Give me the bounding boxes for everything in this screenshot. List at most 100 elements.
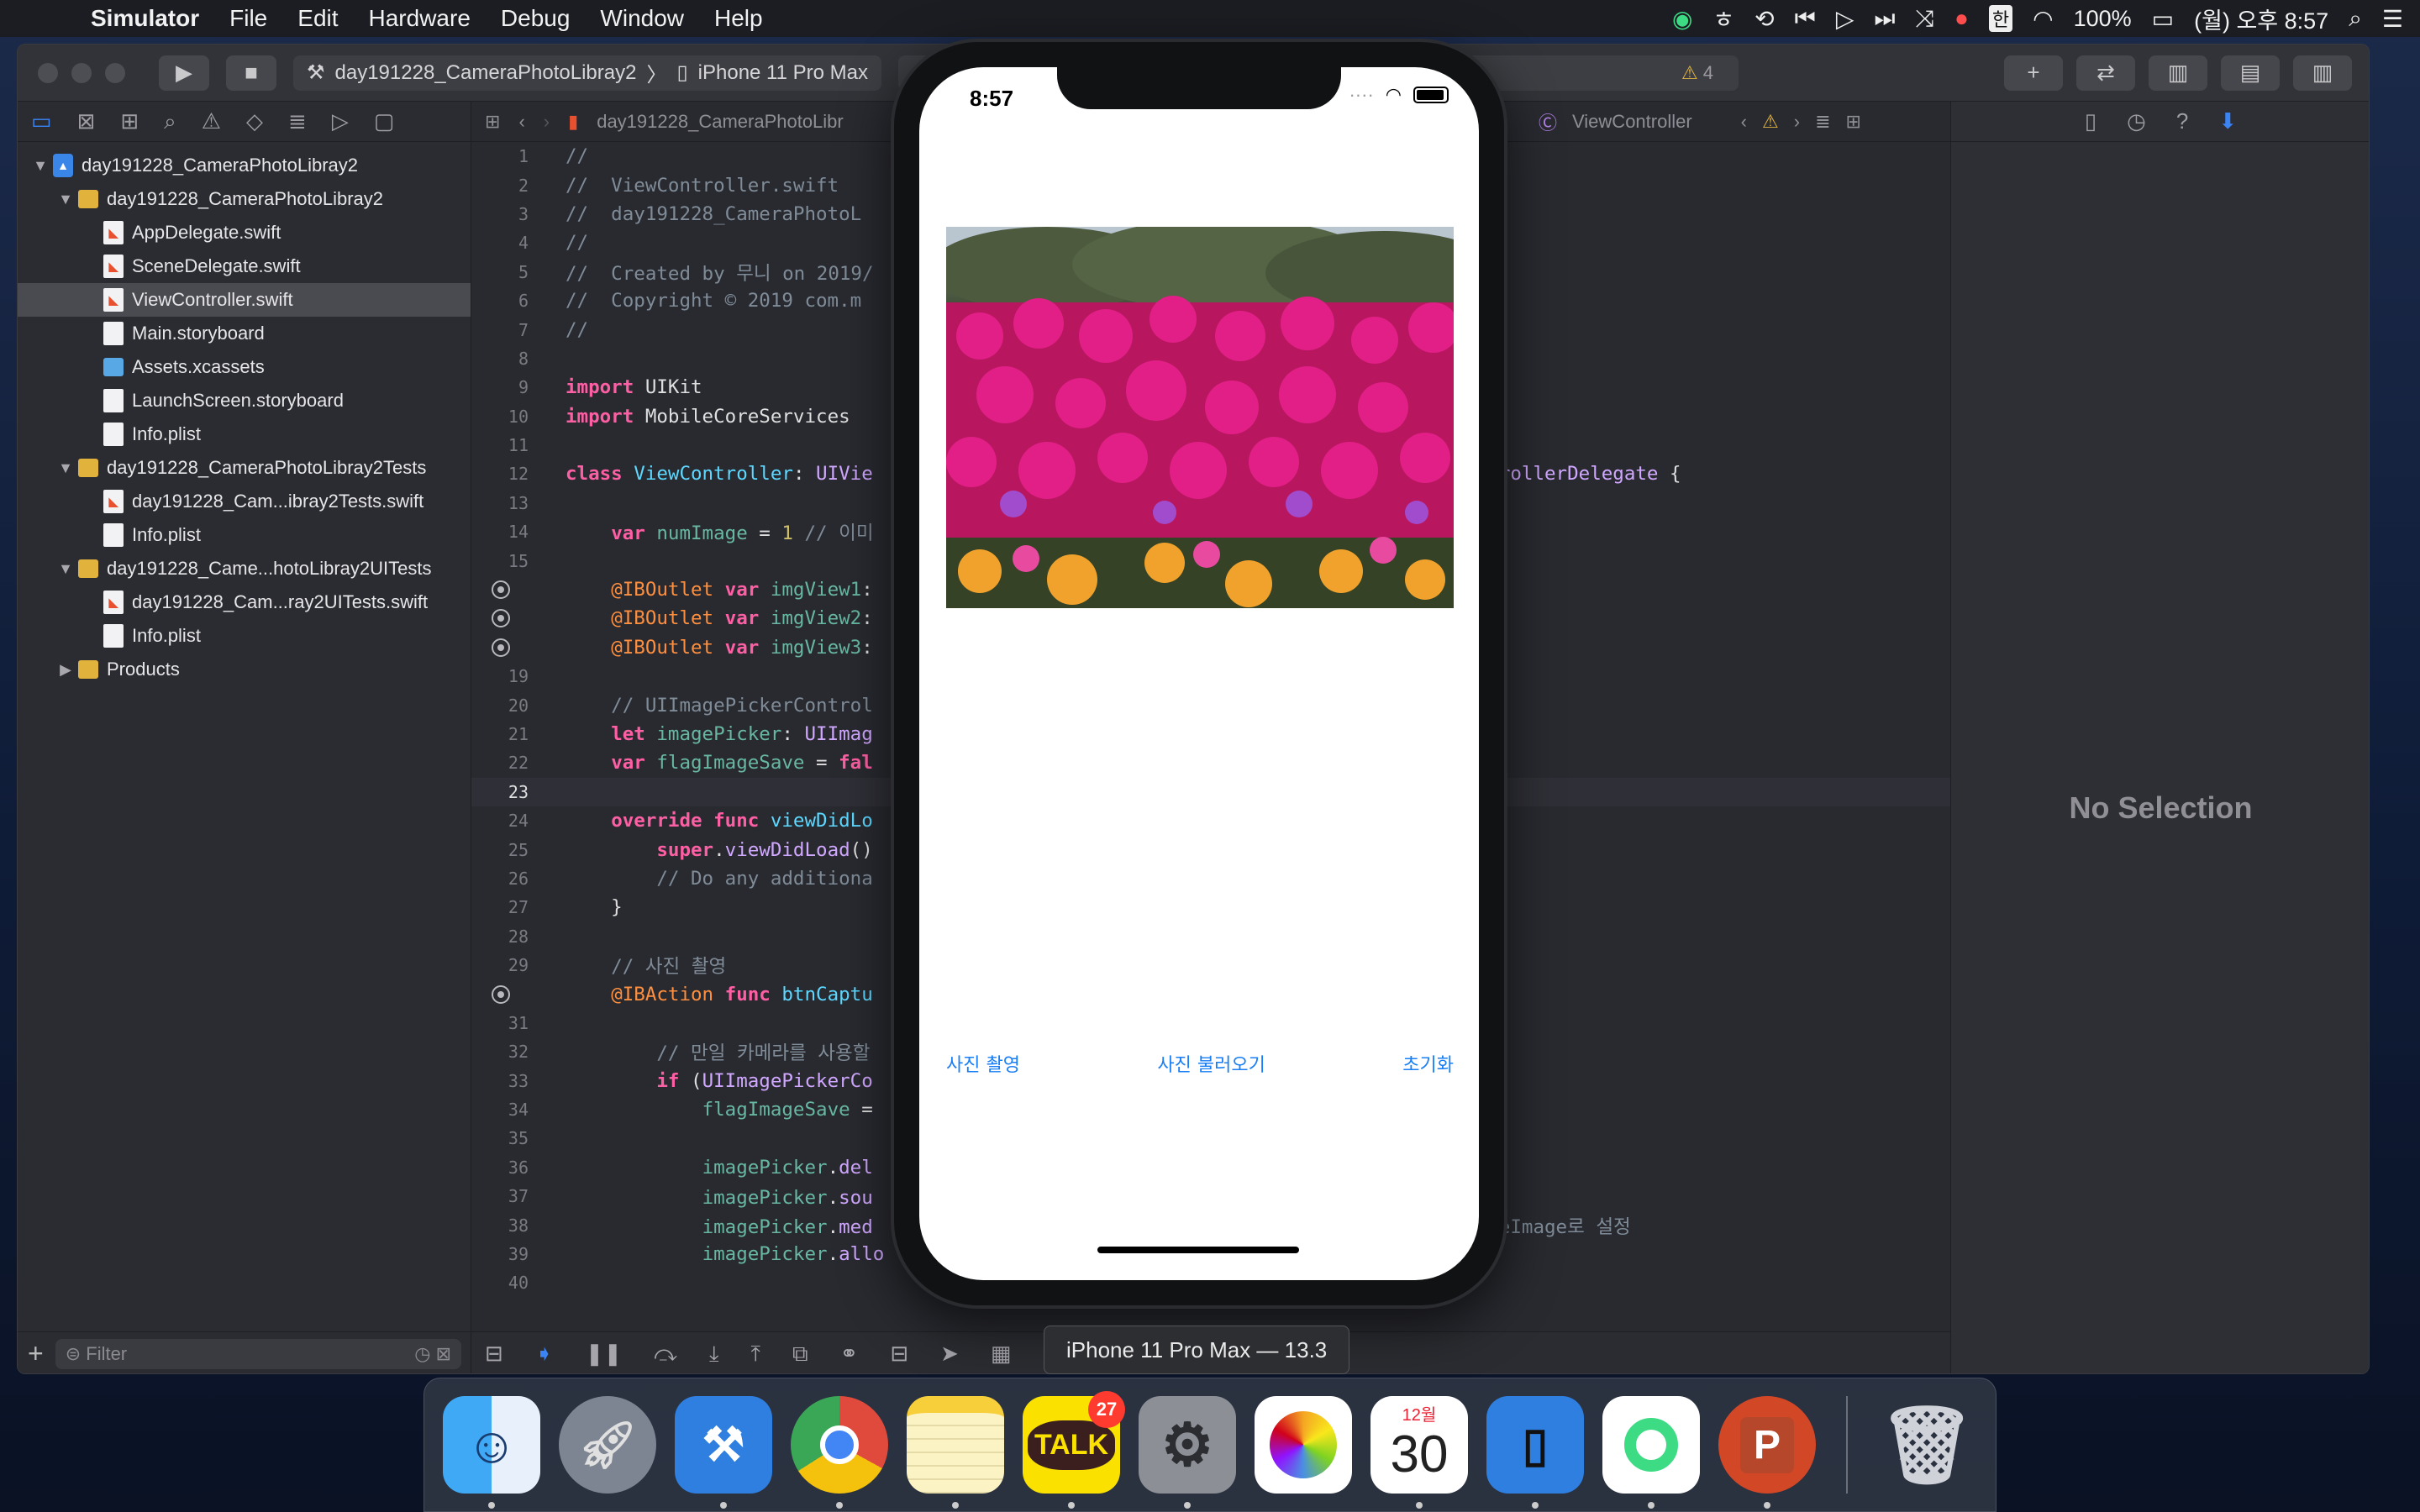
step-into-icon[interactable]: ⤓ <box>709 1341 719 1368</box>
report-navigator-icon[interactable]: ▢ <box>374 108 395 134</box>
file-tree-row[interactable]: ◣ AppDelegate.swift <box>18 216 471 249</box>
line-number[interactable]: 24 <box>471 811 540 831</box>
process-icon[interactable]: ▦ <box>991 1341 1012 1367</box>
file-tree-row[interactable]: Info.plist <box>18 518 471 552</box>
close-window-button[interactable] <box>38 62 58 83</box>
line-number[interactable]: 1 <box>471 146 540 166</box>
line-number[interactable]: 25 <box>471 840 540 860</box>
file-inspector-icon[interactable]: ▯ <box>2085 108 2096 134</box>
add-editor-icon[interactable]: ⊞ <box>1846 111 1861 133</box>
dock-calendar[interactable]: 12월 30 <box>1370 1396 1468 1509</box>
dock-finder[interactable]: ☺ <box>443 1396 540 1509</box>
line-number[interactable]: 27 <box>471 897 540 917</box>
step-over-icon[interactable]: ⤼ <box>654 1341 677 1368</box>
line-number[interactable]: 36 <box>471 1158 540 1178</box>
file-tree-row[interactable]: ▼ day191228_Came...hotoLibray2UITests <box>18 552 471 585</box>
forward-button[interactable]: › <box>544 111 550 133</box>
load-photo-button[interactable]: 사진 불러오기 <box>1157 1050 1265 1077</box>
memory-graph-icon[interactable]: ⚭ <box>840 1341 859 1367</box>
add-file-button[interactable]: + <box>28 1338 44 1369</box>
test-navigator-icon[interactable]: ◇ <box>246 108 263 134</box>
pause-icon[interactable]: ❚❚ <box>586 1341 623 1367</box>
dock-simulator[interactable]: ▯ <box>1486 1396 1584 1509</box>
capture-photo-button[interactable]: 사진 촬영 <box>946 1050 1020 1077</box>
toggle-inspector-button[interactable]: ▥ <box>2293 55 2352 91</box>
line-number[interactable]: 13 <box>471 493 540 513</box>
toggle-debug-area-button[interactable]: ▤ <box>2221 55 2280 91</box>
menu-help[interactable]: Help <box>714 5 763 32</box>
editor-options-icon[interactable]: ≣ <box>1815 111 1830 133</box>
menu-debug[interactable]: Debug <box>501 5 571 32</box>
line-number[interactable]: 34 <box>471 1100 540 1120</box>
previous-track-icon[interactable]: ⏮ <box>1795 5 1816 33</box>
input-source-indicator[interactable]: 한 <box>1988 5 2013 32</box>
dock-trash[interactable]: 🗑︎ <box>1878 1396 1975 1494</box>
simulate-location-icon[interactable]: ➤ <box>940 1341 959 1367</box>
line-number[interactable]: 33 <box>471 1071 540 1091</box>
recent-files-icon[interactable]: ◷ <box>414 1343 430 1364</box>
line-number[interactable]: 14 <box>471 522 540 542</box>
file-tree-row[interactable]: ▶ Products <box>18 653 471 686</box>
environment-overrides-icon[interactable]: ⊟ <box>890 1341 908 1367</box>
dock-photos[interactable] <box>1255 1396 1352 1494</box>
line-number[interactable]: 6 <box>471 291 540 311</box>
outlet-connection-icon[interactable] <box>492 609 510 628</box>
line-number[interactable]: 22 <box>471 753 540 773</box>
line-number[interactable]: 40 <box>471 1273 540 1293</box>
line-number[interactable]: 39 <box>471 1244 540 1264</box>
repeat-icon[interactable]: ⟲ <box>1754 5 1774 33</box>
reset-button[interactable]: 초기화 <box>1402 1050 1454 1077</box>
breakpoint-navigator-icon[interactable]: ▷ <box>332 108 349 134</box>
battery-icon[interactable]: ▭ <box>2152 5 2174 33</box>
dock-whatsapp[interactable] <box>1602 1396 1700 1509</box>
next-track-icon[interactable]: ⏭ <box>1874 5 1895 33</box>
file-tree-row[interactable]: Info.plist <box>18 417 471 451</box>
line-number[interactable]: 26 <box>471 869 540 889</box>
line-number[interactable]: 5 <box>471 262 540 282</box>
line-number[interactable]: 2 <box>471 176 540 196</box>
view-hierarchy-icon[interactable]: ⧉ <box>792 1341 808 1368</box>
hangul-status-icon[interactable]: ㅎ <box>1712 2 1734 35</box>
line-number[interactable]: 31 <box>471 1013 540 1033</box>
hide-debug-area-icon[interactable]: ⊟ <box>485 1341 503 1367</box>
file-tree-row[interactable]: ◣ day191228_Cam...ibray2Tests.swift <box>18 485 471 518</box>
jump-bar-file[interactable]: day191228_CameraPhotoLibr <box>597 111 844 133</box>
line-number[interactable]: 10 <box>471 407 540 427</box>
previous-issue-button[interactable]: ‹ <box>1741 111 1747 133</box>
shuffle-icon[interactable]: ⤨ <box>1916 5 1934 33</box>
play-icon[interactable]: ▷ <box>1836 5 1854 33</box>
file-tree-row[interactable]: ◣ ViewController.swift <box>18 283 471 317</box>
spotlight-search-icon[interactable]: ⌕ <box>2349 5 2362 33</box>
dock-system-preferences[interactable]: ⚙ <box>1139 1396 1236 1509</box>
dock-powerpoint[interactable]: P <box>1718 1396 1816 1509</box>
whatsapp-status-icon[interactable]: ◉ <box>1672 5 1692 33</box>
attributes-inspector-icon[interactable]: ⬇ <box>2218 108 2237 134</box>
dock-notes[interactable] <box>907 1396 1004 1509</box>
file-tree-row[interactable]: ◣ day191228_Cam...ray2UITests.swift <box>18 585 471 619</box>
library-button[interactable]: + <box>2004 55 2063 91</box>
line-number[interactable]: 21 <box>471 724 540 744</box>
home-indicator[interactable] <box>1097 1247 1299 1253</box>
disclosure-triangle-icon[interactable]: ▼ <box>31 157 50 175</box>
source-control-icon[interactable]: ⊠ <box>77 108 96 134</box>
line-number[interactable]: 32 <box>471 1042 540 1062</box>
menu-app-name[interactable]: Simulator <box>91 5 199 32</box>
scm-filter-icon[interactable]: ⊠ <box>436 1343 451 1364</box>
line-number[interactable]: 28 <box>471 927 540 947</box>
line-number[interactable]: 9 <box>471 377 540 397</box>
line-number[interactable]: 35 <box>471 1128 540 1148</box>
dock-kakaotalk[interactable]: TALK 27 <box>1023 1391 1125 1509</box>
next-issue-button[interactable]: › <box>1794 111 1800 133</box>
line-number[interactable]: 37 <box>471 1186 540 1206</box>
quick-help-icon[interactable]: ? <box>2176 108 2188 134</box>
line-number[interactable]: 38 <box>471 1215 540 1236</box>
file-tree-row[interactable]: LaunchScreen.storyboard <box>18 384 471 417</box>
line-number[interactable]: 11 <box>471 435 540 455</box>
outlet-connection-icon[interactable] <box>492 984 510 1004</box>
navigator-filter-input[interactable]: ⊜ Filter ◷ ⊠ <box>55 1338 461 1369</box>
code-review-button[interactable]: ⇄ <box>2076 55 2135 91</box>
step-out-icon[interactable]: ⤒ <box>750 1341 760 1368</box>
back-button[interactable]: ‹ <box>518 111 524 133</box>
file-tree-row[interactable]: ▼ day191228_CameraPhotoLibray2 <box>18 182 471 216</box>
disclosure-triangle-icon[interactable]: ▶ <box>56 661 75 679</box>
